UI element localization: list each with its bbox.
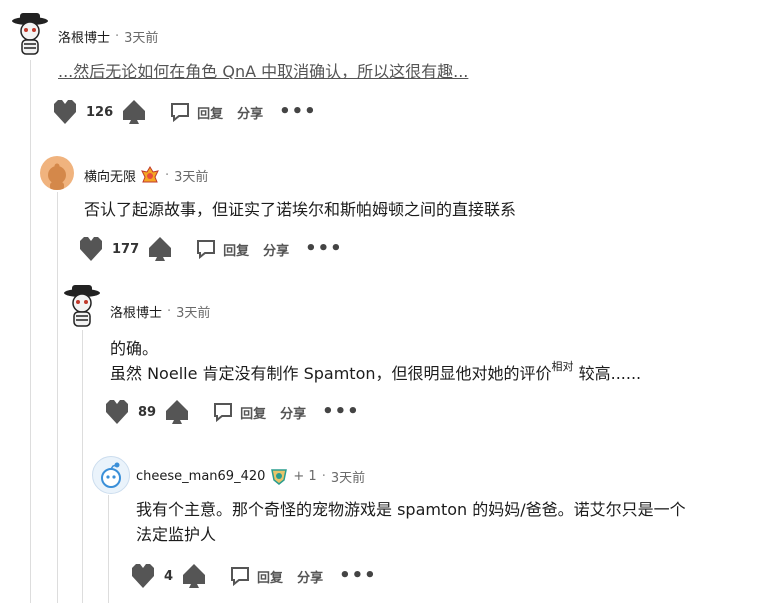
vote-count: 126 [86,104,114,120]
spade-downvote-icon[interactable] [121,98,147,126]
thread-line-2[interactable] [57,192,58,603]
reply-label: 回复 [223,243,250,259]
share-button[interactable]: 分享 [263,240,289,259]
author-name[interactable]: 洛根博士 [58,27,110,46]
spade-downvote-icon[interactable] [147,235,173,263]
separator: · [115,29,120,44]
comment-header: cheese_man69_420 + 1 · 3天前 [136,466,365,486]
reply-label: 回复 [240,406,267,422]
reply-button[interactable]: 回复 [229,565,283,587]
blue-snoo-avatar-icon [101,462,121,488]
share-label: 分享 [237,106,264,122]
comment-actions: 126 回复 分享 ••• [52,98,317,126]
comment-body: 否认了起源故事，但证实了诺埃尔和斯帕姆顿之间的直接联系 [84,200,517,219]
share-button[interactable]: 分享 [297,567,323,586]
timestamp[interactable]: 3天前 [176,302,210,321]
avatar[interactable] [10,12,50,56]
heart-upvote-icon[interactable] [104,398,130,426]
heart-upvote-icon[interactable] [52,98,78,126]
comment-actions: 4 回复 分享 ••• [130,562,377,590]
body-line: 的确。 [110,339,159,358]
comment-actions: 89 回复 分享 ••• [104,398,360,426]
comment-bubble-icon [197,240,216,260]
comment-actions: 177 回复 分享 ••• [78,235,343,263]
share-label: 分享 [297,570,324,586]
comment-body[interactable]: ...然后无论如何在角色 QnA 中取消确认，所以这很有趣... [58,59,468,84]
thread-line-3[interactable] [82,330,83,603]
snoo-hat-avatar-icon [12,13,48,55]
timestamp[interactable]: 3天前 [331,467,365,486]
vote-count: 89 [138,404,157,420]
avatar[interactable] [92,456,130,494]
comment-header: 横向无限 · 3天前 [84,165,208,185]
author-name[interactable]: cheese_man69_420 [136,469,265,484]
share-button[interactable]: 分享 [237,103,263,122]
snoo-hat-avatar-icon [64,285,100,327]
separator: · [167,304,172,319]
more-options-button[interactable]: ••• [339,567,377,585]
comment-body: 的确。 虽然 Noelle 肯定没有制作 Spamton，但很明显他对她的评价相… [110,336,641,386]
comment-header: 洛根博士 · 3天前 [58,27,158,46]
heart-upvote-icon[interactable] [130,562,156,590]
reply-label: 回复 [257,570,284,586]
badge-icon [271,469,288,485]
share-button[interactable]: 分享 [280,403,306,422]
thread-line-1[interactable] [30,60,31,603]
more-options-button[interactable]: ••• [322,403,360,421]
vote-count: 177 [112,241,140,257]
comment-bubble-icon [231,567,250,587]
share-label: 分享 [263,243,290,259]
body-line: 我有个主意。那个奇怪的宠物游戏是 spamton 的妈妈/爸爸。诺艾尔只是一个 [136,500,686,519]
spade-downvote-icon[interactable] [164,398,190,426]
comment-header: 洛根博士 · 3天前 [110,302,210,321]
timestamp[interactable]: 3天前 [124,27,158,46]
share-label: 分享 [280,406,307,422]
reply-button[interactable]: 回复 [169,101,223,123]
default-snoo-avatar-icon [48,163,66,190]
body-text-part: 较高...... [573,364,642,383]
avatar[interactable] [40,156,74,190]
body-line: 虽然 Noelle 肯定没有制作 Spamton，但很明显他对她的评价相对 较高… [110,361,641,386]
author-name[interactable]: 洛根博士 [110,302,162,321]
thread-line-4[interactable] [108,495,109,603]
vote-count: 4 [164,568,174,584]
heart-upvote-icon[interactable] [78,235,104,263]
superscript-text: 相对 [551,360,574,373]
truncated-text-link[interactable]: ...然后无论如何在角色 QnA 中取消确认，所以这很有趣... [58,62,468,81]
karma-indicator: + 1 [293,468,317,484]
reply-button[interactable]: 回复 [212,401,266,423]
comment-body: 我有个主意。那个奇怪的宠物游戏是 spamton 的妈妈/爸爸。诺艾尔只是一个 … [136,497,686,547]
author-name[interactable]: 横向无限 [84,166,136,185]
comment-bubble-icon [171,103,190,123]
more-options-button[interactable]: ••• [305,240,343,258]
more-options-button[interactable]: ••• [279,103,317,121]
trophy-badge-icon [141,166,159,183]
timestamp[interactable]: 3天前 [174,166,208,185]
comment-bubble-icon [214,403,233,423]
spade-downvote-icon[interactable] [181,562,207,590]
separator: · [165,167,170,183]
body-text-part: 虽然 Noelle 肯定没有制作 Spamton，但很明显他对她的评价 [110,364,552,383]
reply-button[interactable]: 回复 [195,238,249,260]
body-line: 法定监护人 [136,525,217,544]
separator: · [321,468,326,484]
reply-label: 回复 [197,106,224,122]
avatar[interactable] [62,284,102,328]
